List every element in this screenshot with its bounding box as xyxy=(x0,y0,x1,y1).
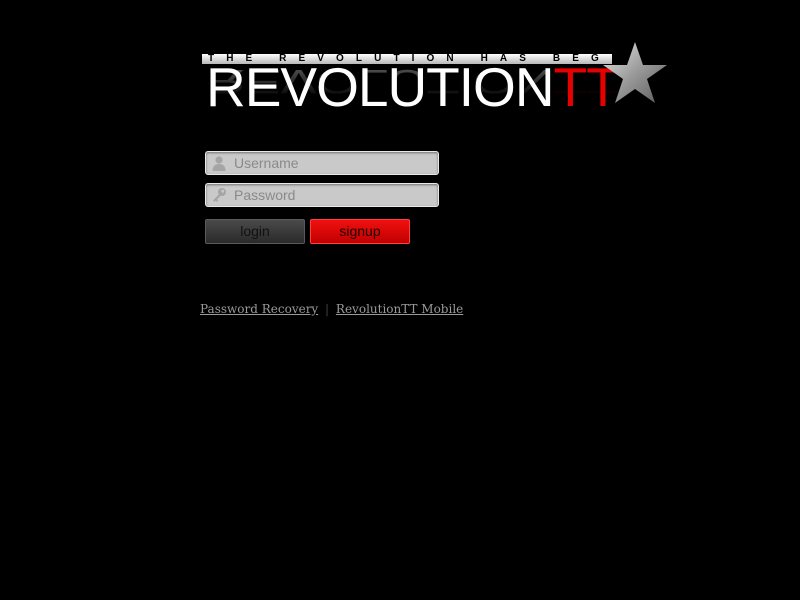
password-recovery-link[interactable]: Password Recovery xyxy=(200,302,318,316)
user-icon xyxy=(212,156,226,171)
star-icon xyxy=(603,42,667,103)
logo-reflection: REVOLUTIONTT xyxy=(206,62,619,101)
login-button[interactable]: login xyxy=(205,219,305,244)
signup-button[interactable]: signup xyxy=(310,219,410,244)
password-field[interactable] xyxy=(205,183,439,207)
link-separator: | xyxy=(325,302,330,316)
username-input[interactable] xyxy=(234,154,434,172)
username-field[interactable] xyxy=(205,151,439,175)
site-logo: THE REVOLUTION HAS BEGUN REVOLUTIONTT RE… xyxy=(200,40,670,146)
logo-reflection-main: REVOLUTION xyxy=(206,62,554,101)
mobile-site-link[interactable]: RevolutionTT Mobile xyxy=(336,302,463,316)
password-input[interactable] xyxy=(234,186,434,204)
key-icon xyxy=(213,188,226,202)
footer-links: Password Recovery | RevolutionTT Mobile xyxy=(200,301,463,317)
